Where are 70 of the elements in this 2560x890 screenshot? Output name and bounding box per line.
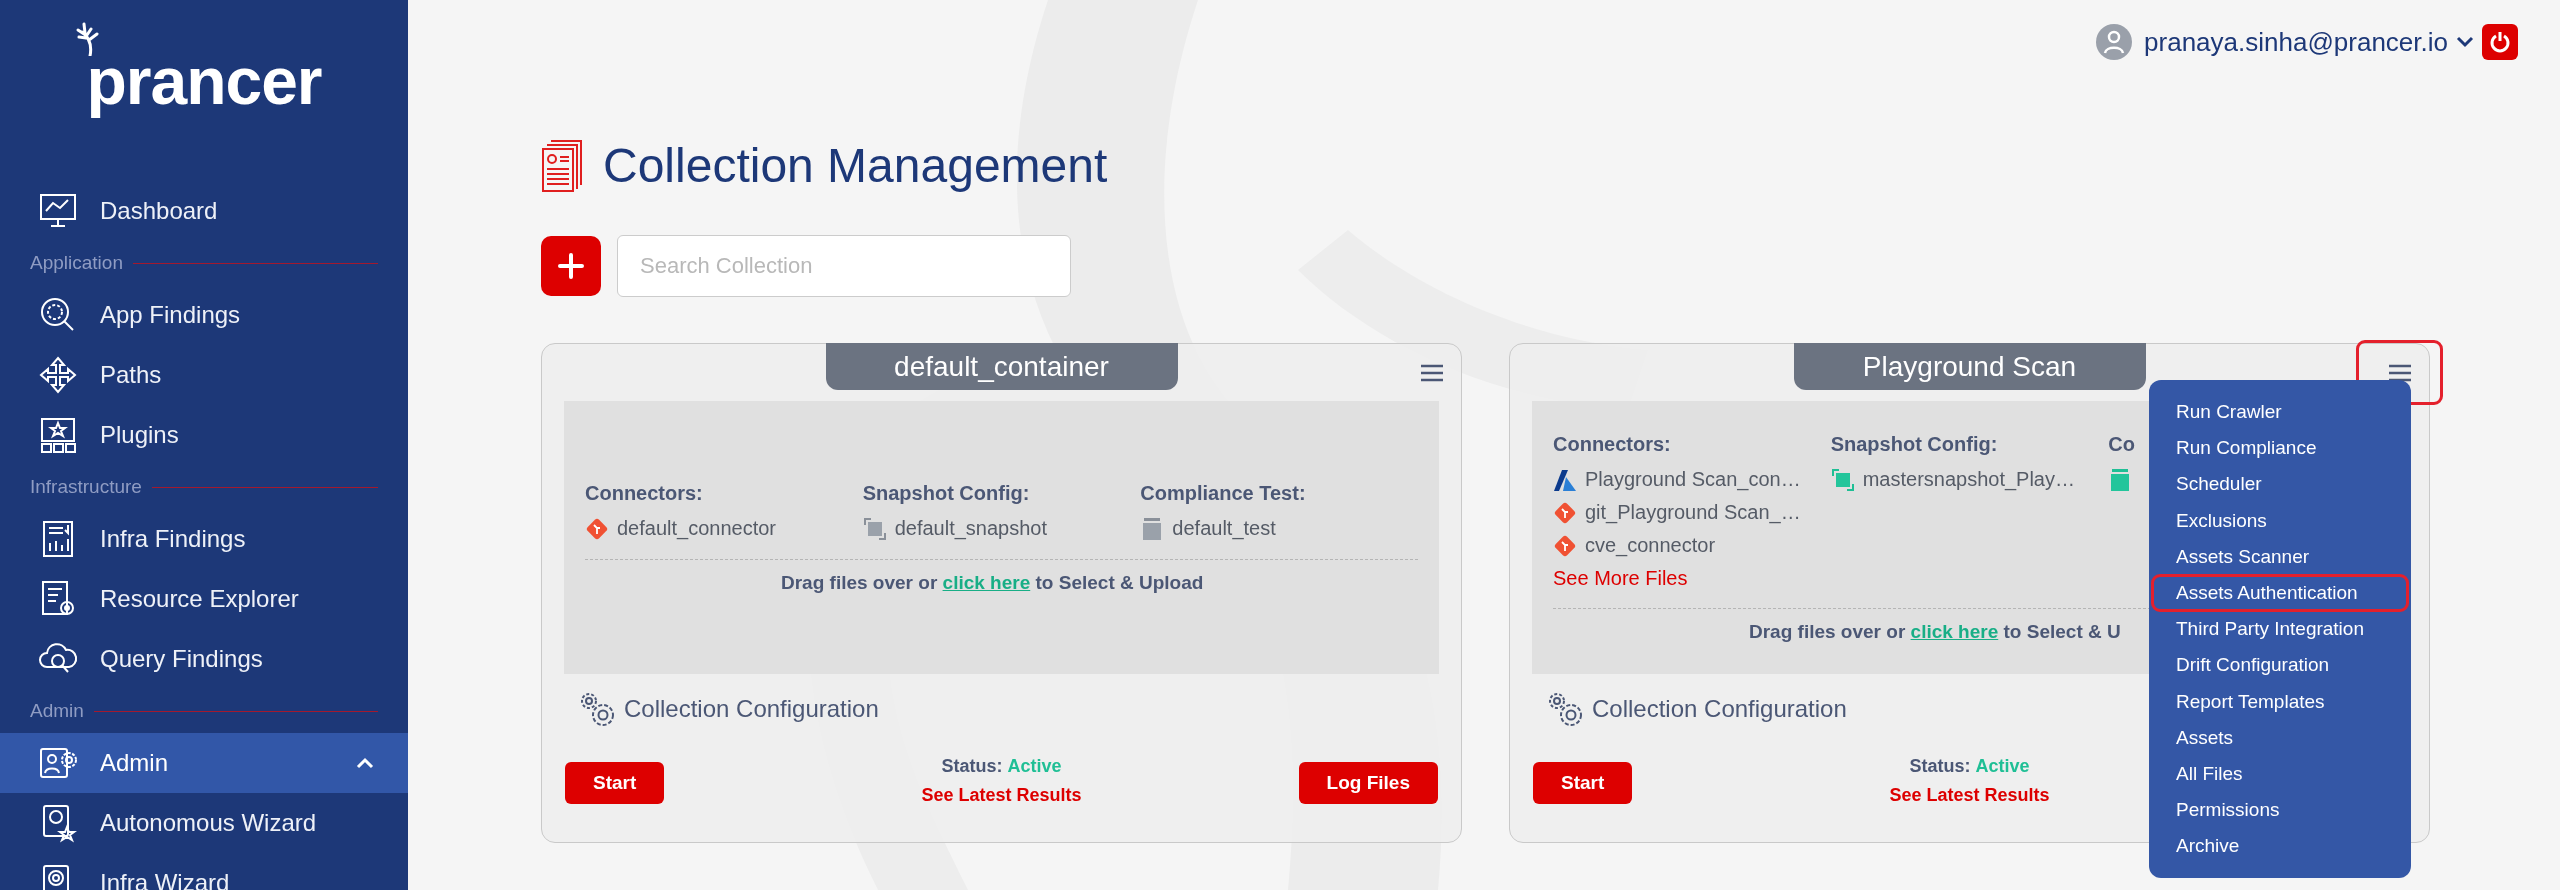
- log-files-button[interactable]: Log Files: [1298, 762, 1438, 804]
- menu-item[interactable]: Assets Scanner: [2152, 538, 2408, 575]
- file-name[interactable]: mastersnapshot_Play…: [1862, 468, 2075, 491]
- add-button[interactable]: [541, 236, 601, 296]
- menu-item[interactable]: Third Party Integration: [2152, 611, 2408, 648]
- sidebar-item[interactable]: Query Findings: [0, 629, 408, 689]
- section-label: Infrastructure: [30, 476, 142, 498]
- section-label: Admin: [30, 700, 84, 722]
- file-name[interactable]: Playground Scan_con…: [1585, 468, 1801, 491]
- peak-icon: [1553, 467, 1577, 492]
- plus-icon: [558, 253, 584, 279]
- file-name[interactable]: default_connector: [617, 517, 776, 540]
- start-button[interactable]: Start: [565, 762, 665, 804]
- bracket-square-icon: [862, 516, 887, 541]
- start-button[interactable]: Start: [1533, 762, 1633, 804]
- menu-icon: [2387, 363, 2412, 382]
- menu-item[interactable]: Drift Configuration: [2152, 647, 2408, 684]
- sidebar-item[interactable]: Infra Findings: [0, 509, 408, 569]
- file-name[interactable]: git_Playground Scan_…: [1585, 501, 1801, 524]
- gears-icon: [578, 690, 616, 728]
- menu-icon: [1419, 363, 1444, 382]
- collection-title: default_container: [825, 343, 1178, 390]
- column-heading: Compliance Test:: [1140, 481, 1306, 505]
- star-grid-icon: [38, 415, 78, 455]
- page-title: Collection Management: [603, 138, 1108, 193]
- menu-item[interactable]: Permissions: [2152, 792, 2408, 829]
- sidebar-item[interactable]: Plugins: [0, 405, 408, 465]
- menu-item[interactable]: Scheduler: [2152, 466, 2408, 503]
- column-heading: Connectors:: [1553, 432, 1671, 456]
- menu-item[interactable]: Run Compliance: [2152, 430, 2408, 467]
- column-heading: Connectors:: [585, 481, 703, 505]
- see-latest-results-link[interactable]: See Latest Results: [1889, 785, 2050, 806]
- section-label: Application: [30, 252, 123, 274]
- menu-item[interactable]: Assets Authentication: [2152, 574, 2408, 612]
- bracket-square-icon: [1830, 467, 1855, 492]
- configuration-link[interactable]: Collection Configuration: [578, 690, 879, 728]
- see-latest-results-link[interactable]: See Latest Results: [921, 785, 1082, 806]
- collection-title: Playground Scan: [1793, 343, 2146, 390]
- menu-item[interactable]: Run Crawler: [2152, 394, 2408, 431]
- arrows-icon: [38, 355, 78, 395]
- sidebar-item[interactable]: App Findings: [0, 285, 408, 345]
- column-heading: Co: [2108, 432, 2135, 456]
- column-heading: Snapshot Config:: [1830, 432, 1998, 456]
- avatar-icon: [2096, 24, 2133, 60]
- menu-item[interactable]: Assets: [2152, 719, 2408, 756]
- menu-item[interactable]: Report Templates: [2152, 683, 2408, 720]
- drop-hint-text: Drag files over or click here to Select & Upload: [780, 571, 1205, 594]
- sidebar-item[interactable]: Paths: [0, 345, 408, 405]
- file-name[interactable]: cve_connector: [1585, 534, 1716, 557]
- gears-icon: [1546, 690, 1584, 728]
- file-name[interactable]: default_test: [1172, 517, 1276, 540]
- menu-item[interactable]: Archive: [2152, 828, 2408, 865]
- status-text: Status: Active: [941, 756, 1062, 777]
- power-icon: [2489, 31, 2511, 53]
- user-email[interactable]: pranaya.sinha@prancer.io: [2144, 26, 2448, 58]
- power-button[interactable]: [2482, 24, 2518, 60]
- chevron-down-icon[interactable]: [2456, 36, 2474, 48]
- menu-item[interactable]: All Files: [2152, 755, 2408, 793]
- status-text: Status: Active: [1909, 756, 2030, 777]
- sidebar-item[interactable]: Autonomous Wizard: [0, 793, 408, 853]
- menu-item[interactable]: Exclusions: [2152, 502, 2408, 539]
- see-more-link[interactable]: See More Files: [1553, 566, 1688, 590]
- documents-icon: [541, 138, 583, 193]
- sidebar-item[interactable]: Admin: [0, 733, 408, 793]
- configuration-link[interactable]: Collection Configuration: [1546, 690, 1847, 728]
- file-name[interactable]: default_snapshot: [894, 517, 1047, 540]
- search-field[interactable]: Search Collection: [617, 235, 1071, 297]
- sidebar-item[interactable]: Resource Explorer: [0, 569, 408, 629]
- sidebar-item[interactable]: Dashboard: [0, 181, 408, 241]
- column-heading: Snapshot Config:: [862, 481, 1030, 505]
